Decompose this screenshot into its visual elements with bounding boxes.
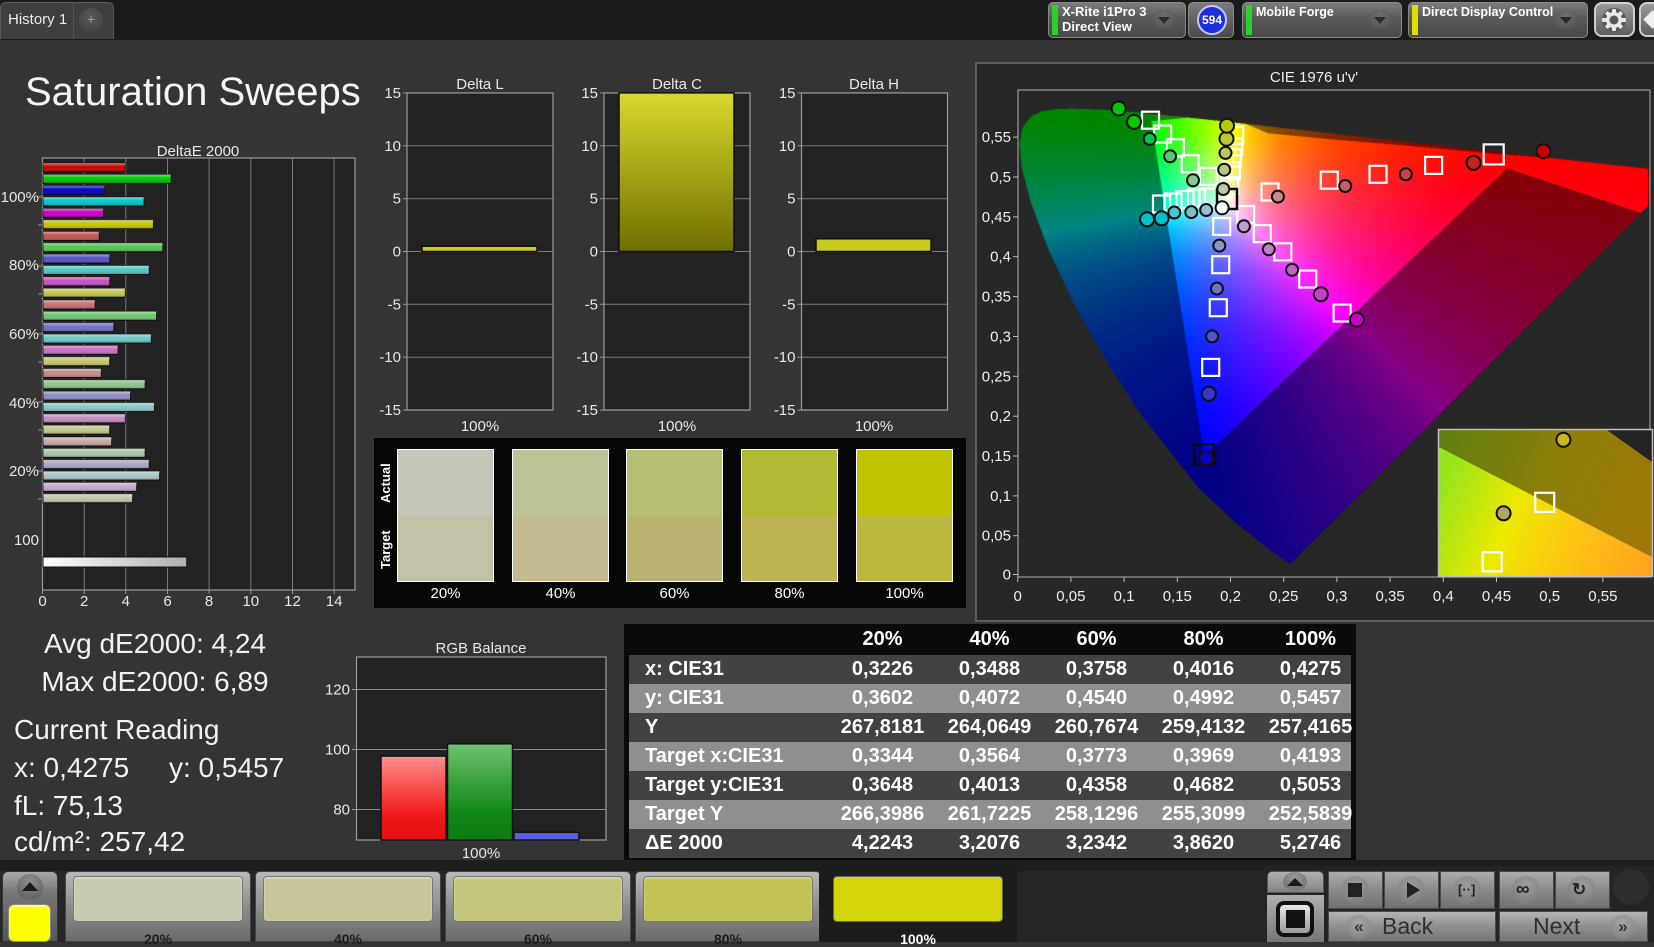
svg-text:0: 0 [1003, 567, 1011, 584]
svg-text:0,5: 0,5 [990, 169, 1011, 186]
svg-text:0: 0 [393, 244, 401, 261]
svg-text:0,2: 0,2 [990, 408, 1011, 425]
svg-text:100: 100 [325, 742, 350, 759]
svg-text:-5: -5 [585, 296, 598, 313]
svg-text:-15: -15 [774, 402, 796, 419]
svg-text:14: 14 [326, 593, 343, 610]
svg-text:Delta H: Delta H [849, 76, 899, 93]
svg-text:100: 100 [14, 532, 39, 549]
svg-text:-5: -5 [782, 296, 795, 313]
svg-text:0,45: 0,45 [1482, 588, 1511, 605]
svg-text:80%: 80% [9, 257, 39, 274]
svg-text:12: 12 [284, 593, 301, 610]
svg-text:100%: 100% [1, 189, 39, 206]
svg-text:0: 0 [1014, 588, 1022, 605]
svg-text:0,1: 0,1 [1114, 588, 1135, 605]
svg-text:0,3: 0,3 [1326, 588, 1347, 605]
svg-text:5: 5 [590, 191, 598, 208]
svg-text:5: 5 [787, 191, 795, 208]
svg-text:15: 15 [384, 85, 401, 102]
svg-text:2: 2 [80, 593, 88, 610]
svg-text:80: 80 [333, 802, 350, 819]
svg-text:-5: -5 [388, 296, 401, 313]
svg-text:0,05: 0,05 [1056, 588, 1085, 605]
svg-text:100%: 100% [462, 845, 500, 860]
svg-text:10: 10 [384, 138, 401, 155]
svg-text:0,05: 0,05 [982, 528, 1011, 545]
svg-text:-10: -10 [576, 349, 598, 366]
svg-text:Delta C: Delta C [652, 76, 702, 93]
svg-text:0,2: 0,2 [1220, 588, 1241, 605]
svg-text:10: 10 [242, 593, 259, 610]
svg-text:10: 10 [581, 138, 598, 155]
svg-text:0: 0 [38, 593, 46, 610]
svg-text:40%: 40% [9, 395, 39, 412]
svg-text:100%: 100% [855, 418, 893, 435]
svg-text:Delta L: Delta L [456, 76, 504, 93]
svg-text:0: 0 [590, 244, 598, 261]
svg-text:8: 8 [205, 593, 213, 610]
svg-text:0,5: 0,5 [1539, 588, 1560, 605]
svg-text:60%: 60% [9, 326, 39, 343]
svg-text:0,25: 0,25 [1269, 588, 1298, 605]
svg-text:0,15: 0,15 [1163, 588, 1192, 605]
svg-text:5: 5 [393, 191, 401, 208]
svg-text:120: 120 [325, 682, 350, 699]
svg-text:-10: -10 [379, 349, 401, 366]
svg-text:100%: 100% [658, 418, 696, 435]
svg-text:-15: -15 [379, 402, 401, 419]
svg-text:0,1: 0,1 [990, 488, 1011, 505]
svg-text:0,4: 0,4 [990, 249, 1011, 266]
svg-text:0,45: 0,45 [982, 209, 1011, 226]
svg-text:-10: -10 [774, 349, 796, 366]
svg-text:0,15: 0,15 [982, 448, 1011, 465]
svg-text:0,55: 0,55 [982, 129, 1011, 146]
svg-text:0,55: 0,55 [1588, 588, 1617, 605]
svg-text:6: 6 [163, 593, 171, 610]
svg-text:100%: 100% [461, 418, 499, 435]
svg-text:0,4: 0,4 [1433, 588, 1454, 605]
svg-text:15: 15 [581, 85, 598, 102]
svg-text:0,3: 0,3 [990, 329, 1011, 346]
svg-text:10: 10 [779, 138, 796, 155]
svg-text:20%: 20% [9, 463, 39, 480]
svg-text:0,35: 0,35 [982, 289, 1011, 306]
svg-text:0,35: 0,35 [1375, 588, 1404, 605]
svg-text:RGB Balance: RGB Balance [436, 640, 527, 657]
svg-text:CIE 1976 u'v': CIE 1976 u'v' [1270, 69, 1358, 86]
svg-text:15: 15 [779, 85, 796, 102]
svg-text:0,25: 0,25 [982, 368, 1011, 385]
svg-text:0: 0 [787, 244, 795, 261]
svg-text:4: 4 [122, 593, 130, 610]
svg-text:-15: -15 [576, 402, 598, 419]
